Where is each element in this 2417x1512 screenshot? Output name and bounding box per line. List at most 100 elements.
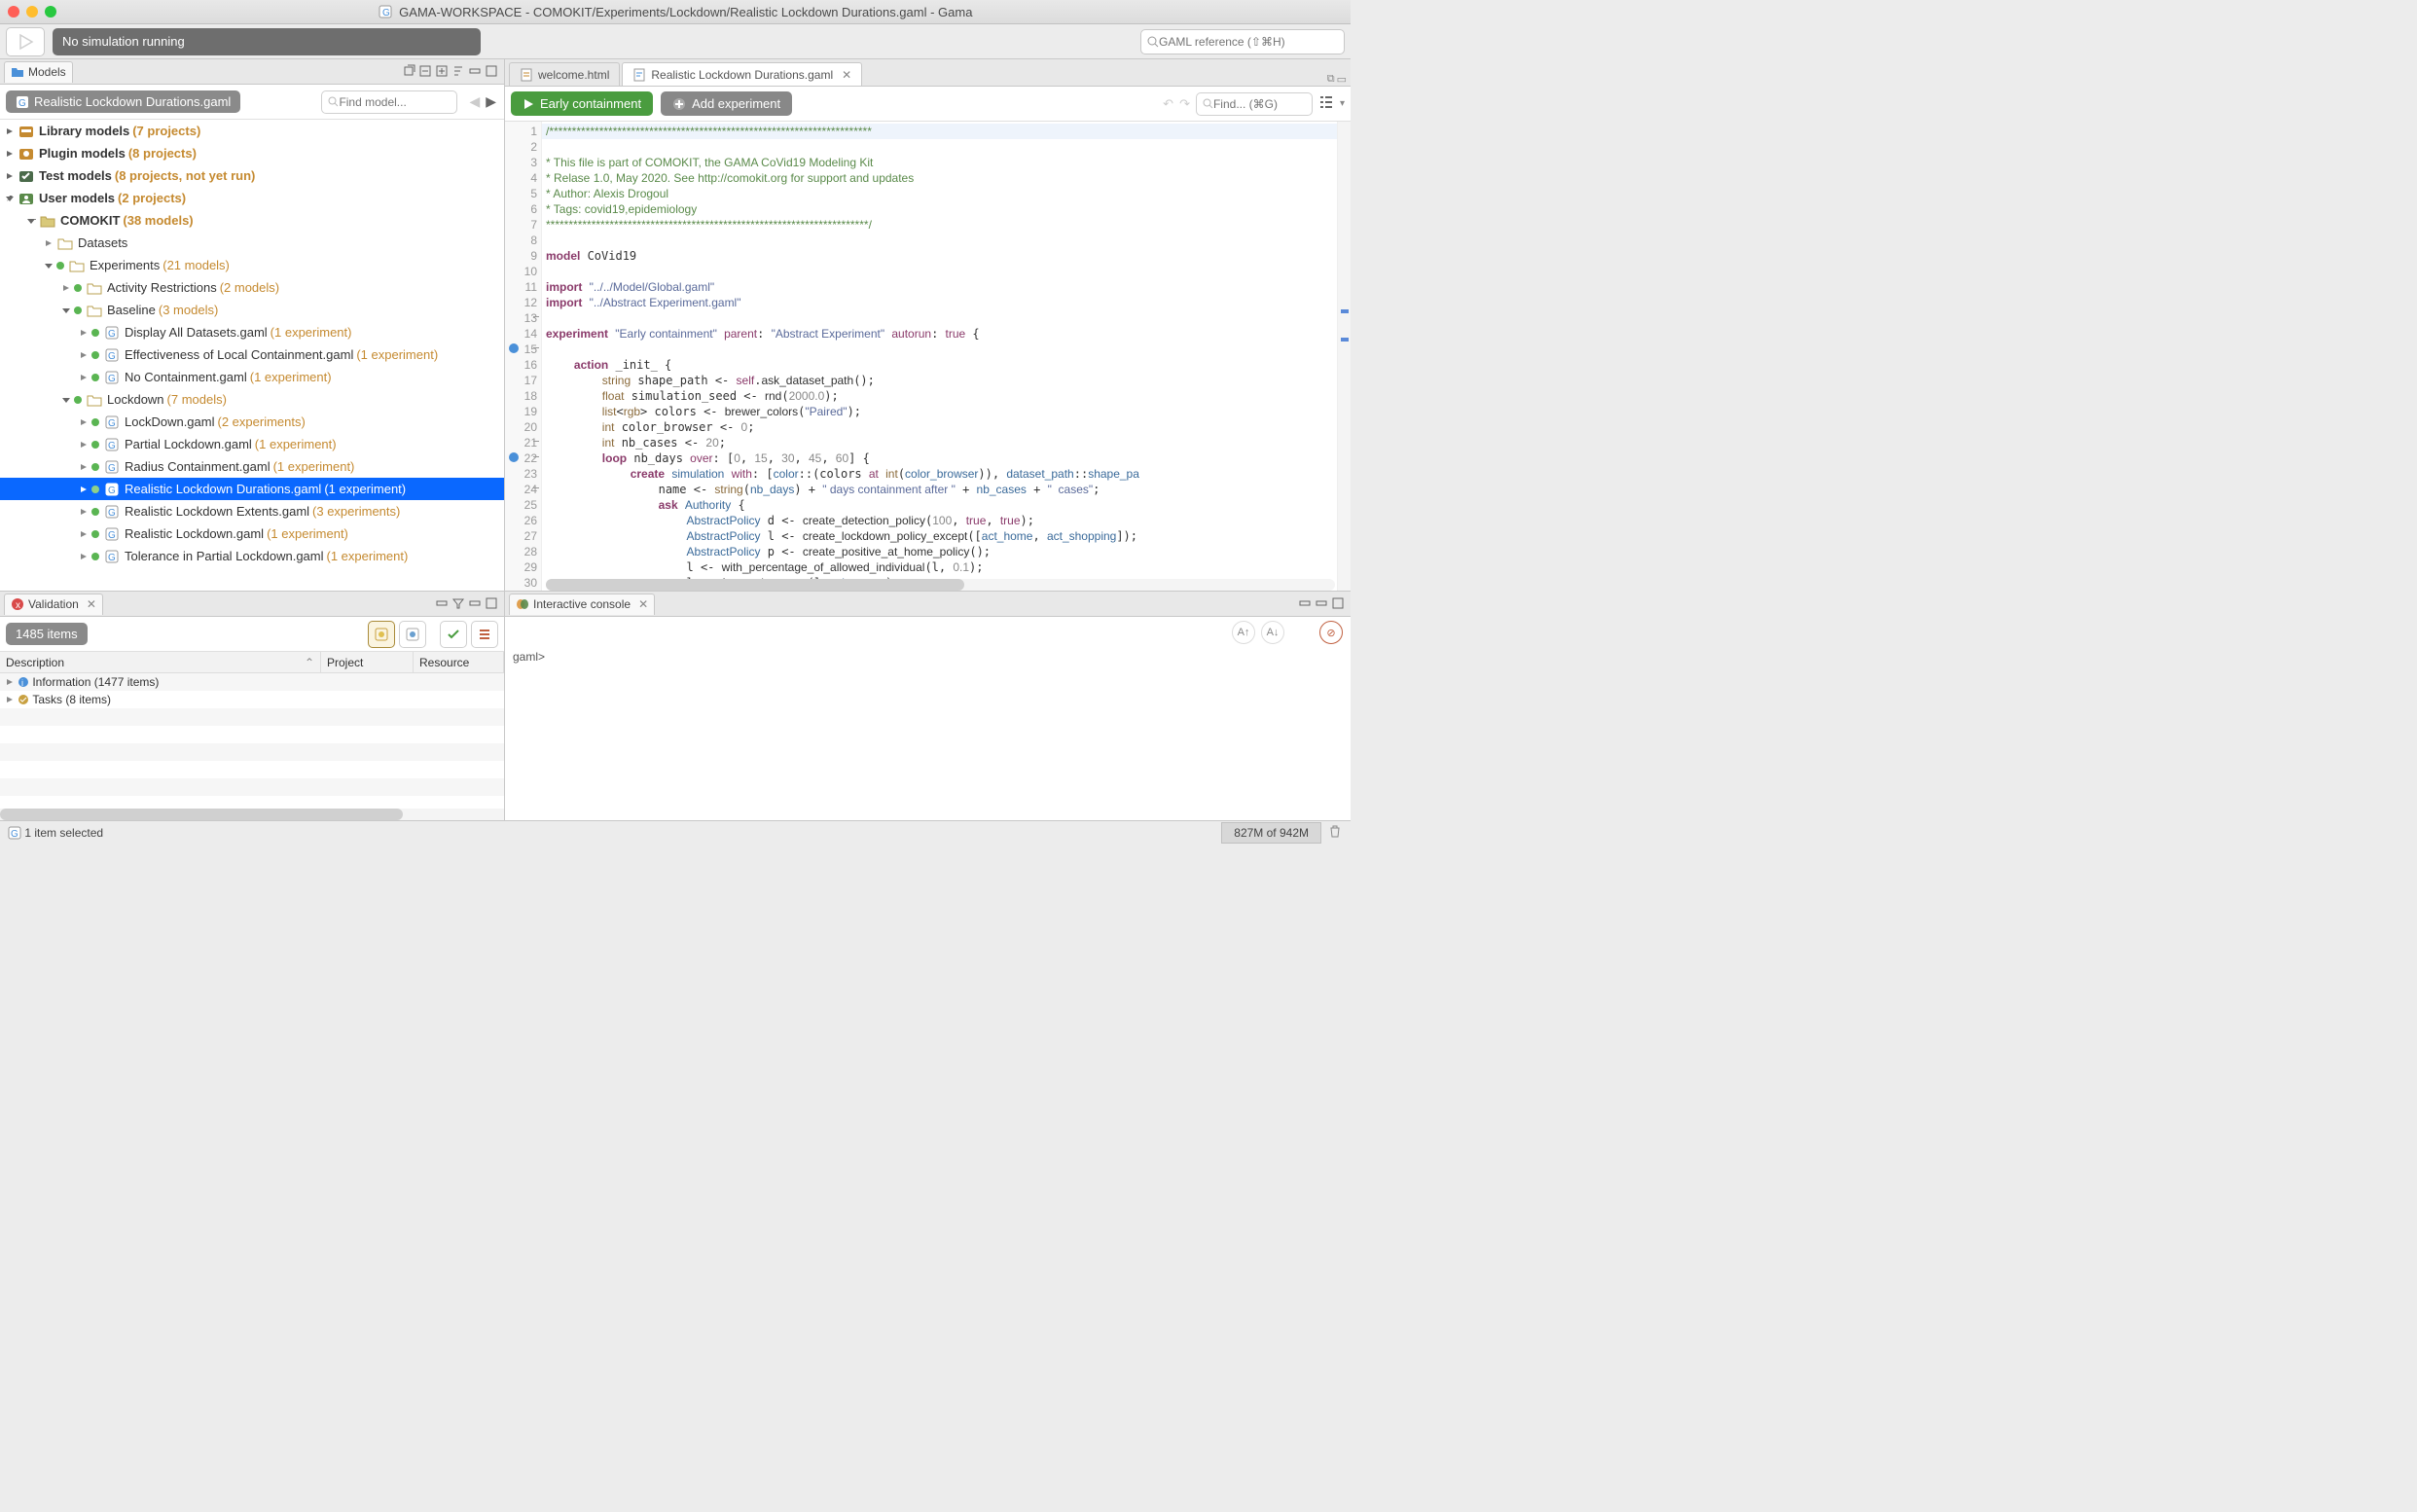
maximize-pane-icon[interactable] — [485, 64, 500, 80]
maximize-editor-icon[interactable]: ▭ — [1337, 73, 1347, 86]
tree-item-lockdown-gaml[interactable]: GLockDown.gaml(2 experiments) — [0, 411, 504, 433]
svg-text:G: G — [108, 374, 116, 384]
svg-text:G: G — [108, 463, 116, 474]
models-tree[interactable]: Library models(7 projects) Plugin models… — [0, 120, 504, 591]
nav-forward-icon[interactable]: ▶ — [484, 91, 498, 112]
gaml-reference-search[interactable] — [1140, 29, 1345, 54]
maximize-window-button[interactable] — [45, 6, 56, 18]
console-min-icon[interactable] — [1315, 596, 1330, 612]
search-icon — [1203, 98, 1213, 109]
tree-item-tolerance[interactable]: GTolerance in Partial Lockdown.gaml(1 ex… — [0, 545, 504, 567]
console-body[interactable]: A↑ A↓ ⊘ gaml> — [505, 617, 1351, 820]
svg-text:G: G — [11, 829, 18, 840]
tree-item-comokit[interactable]: COMOKIT(38 models) — [0, 209, 504, 232]
tree-item-activity[interactable]: Activity Restrictions(2 models) — [0, 276, 504, 299]
titlebar: G GAMA-WORKSPACE - COMOKIT/Experiments/L… — [0, 0, 1351, 24]
expand-icon[interactable] — [435, 64, 451, 80]
svg-text:G: G — [108, 441, 116, 451]
close-tab-icon[interactable]: ✕ — [842, 68, 851, 82]
main-toolbar: No simulation running — [0, 24, 1351, 59]
code-editor[interactable]: 1234567891011121314151617181920212223242… — [505, 122, 1351, 591]
gc-trash-icon[interactable] — [1327, 823, 1343, 842]
tree-item-radius[interactable]: GRadius Containment.gaml(1 experiment) — [0, 455, 504, 478]
close-window-button[interactable] — [8, 6, 19, 18]
font-increase-icon[interactable]: A↑ — [1232, 621, 1255, 644]
console-max-icon[interactable] — [1331, 596, 1347, 612]
info-filter-icon[interactable] — [399, 621, 426, 648]
tree-item-library[interactable]: Library models(7 projects) — [0, 120, 504, 142]
gaml-reference-input[interactable] — [1159, 35, 1338, 49]
validation-row-info[interactable]: i Information (1477 items) — [0, 673, 504, 691]
svg-text:G: G — [108, 530, 116, 541]
validation-tab[interactable]: x Validation ✕ — [4, 594, 103, 615]
restore-pane-icon[interactable]: ⧉ — [1327, 73, 1335, 86]
clear-console-icon[interactable]: ⊘ — [1319, 621, 1343, 644]
tree-item-test[interactable]: Test models(8 projects, not yet run) — [0, 164, 504, 187]
validation-col-project[interactable]: Project — [321, 652, 414, 672]
console-prompt: gaml> — [513, 650, 545, 664]
folder-icon — [11, 65, 24, 79]
console-tab[interactable]: Interactive console ✕ — [509, 594, 655, 615]
minimize-pane-icon[interactable] — [468, 64, 484, 80]
overview-ruler[interactable] — [1337, 122, 1351, 591]
editor-find-box[interactable] — [1196, 92, 1313, 116]
gaml-file-icon — [632, 68, 646, 82]
sort-icon[interactable] — [451, 64, 467, 80]
play-button[interactable] — [6, 27, 45, 56]
breadcrumb[interactable]: G Realistic Lockdown Durations.gaml — [6, 90, 240, 113]
validation-filter-icon[interactable] — [451, 596, 467, 612]
code-area[interactable]: /***************************************… — [542, 122, 1337, 591]
tree-item-lockdown[interactable]: Lockdown(7 models) — [0, 388, 504, 411]
warning-filter-icon[interactable] — [368, 621, 395, 648]
minimize-window-button[interactable] — [26, 6, 38, 18]
tree-item-realistic[interactable]: GRealistic Lockdown.gaml(1 experiment) — [0, 522, 504, 545]
validation-col-description[interactable]: Description⌃ — [0, 652, 321, 672]
collapse-icon[interactable] — [418, 64, 434, 80]
close-validation-icon[interactable]: ✕ — [87, 597, 96, 611]
run-early-containment-button[interactable]: Early containment — [511, 91, 653, 116]
search-icon — [328, 96, 339, 107]
console-icon — [516, 597, 529, 611]
tree-item-realistic-durations[interactable]: GRealistic Lockdown Durations.gaml(1 exp… — [0, 478, 504, 500]
validation-max-icon[interactable] — [485, 596, 500, 612]
editor-gutter: 1234567891011121314151617181920212223242… — [505, 122, 542, 591]
tree-item-display-all[interactable]: GDisplay All Datasets.gaml(1 experiment) — [0, 321, 504, 343]
models-tab[interactable]: Models — [4, 61, 73, 83]
tree-item-user[interactable]: User models(2 projects) — [0, 187, 504, 209]
link-icon[interactable] — [402, 64, 417, 80]
close-console-icon[interactable]: ✕ — [638, 597, 648, 611]
tree-item-plugin[interactable]: Plugin models(8 projects) — [0, 142, 504, 164]
svg-text:G: G — [108, 351, 116, 362]
validation-h-scrollbar[interactable] — [0, 809, 504, 820]
editor-menu-dropdown-icon[interactable]: ▾ — [1340, 98, 1345, 109]
font-decrease-icon[interactable]: A↓ — [1261, 621, 1284, 644]
validation-min-icon[interactable] — [468, 596, 484, 612]
memory-usage[interactable]: 827M of 942M — [1221, 822, 1321, 844]
validation-col-resource[interactable]: Resource — [414, 652, 504, 672]
tree-item-datasets[interactable]: Datasets — [0, 232, 504, 254]
find-model-search[interactable] — [321, 90, 457, 114]
tree-item-partial[interactable]: GPartial Lockdown.gaml(1 experiment) — [0, 433, 504, 455]
gaml-file-icon: G — [16, 95, 29, 109]
validation-table[interactable]: Description⌃ Project Resource i Informat… — [0, 652, 504, 809]
tab-realistic-lockdown[interactable]: Realistic Lockdown Durations.gaml ✕ — [622, 62, 862, 86]
nav-back-icon: ◀ — [467, 91, 482, 112]
list-filter-icon[interactable] — [471, 621, 498, 648]
tree-item-effectiveness[interactable]: GEffectiveness of Local Containment.gaml… — [0, 343, 504, 366]
svg-text:G: G — [382, 8, 390, 18]
check-filter-icon[interactable] — [440, 621, 467, 648]
html-file-icon — [520, 68, 533, 82]
tree-item-experiments[interactable]: Experiments(21 models) — [0, 254, 504, 276]
gaml-file-icon: G — [8, 826, 21, 840]
tree-item-baseline[interactable]: Baseline(3 models) — [0, 299, 504, 321]
add-experiment-button[interactable]: Add experiment — [661, 91, 792, 116]
validation-row-tasks[interactable]: Tasks (8 items) — [0, 691, 504, 708]
console-collapse-icon[interactable] — [1298, 596, 1314, 612]
tree-item-realistic-extents[interactable]: GRealistic Lockdown Extents.gaml(3 exper… — [0, 500, 504, 522]
tree-item-no-containment[interactable]: GNo Containment.gaml(1 experiment) — [0, 366, 504, 388]
outline-icon[interactable] — [1318, 94, 1334, 113]
task-icon — [18, 694, 29, 705]
tab-welcome[interactable]: welcome.html — [509, 62, 620, 86]
editor-h-scrollbar[interactable] — [546, 579, 1335, 591]
validation-collapse-icon[interactable] — [435, 596, 451, 612]
